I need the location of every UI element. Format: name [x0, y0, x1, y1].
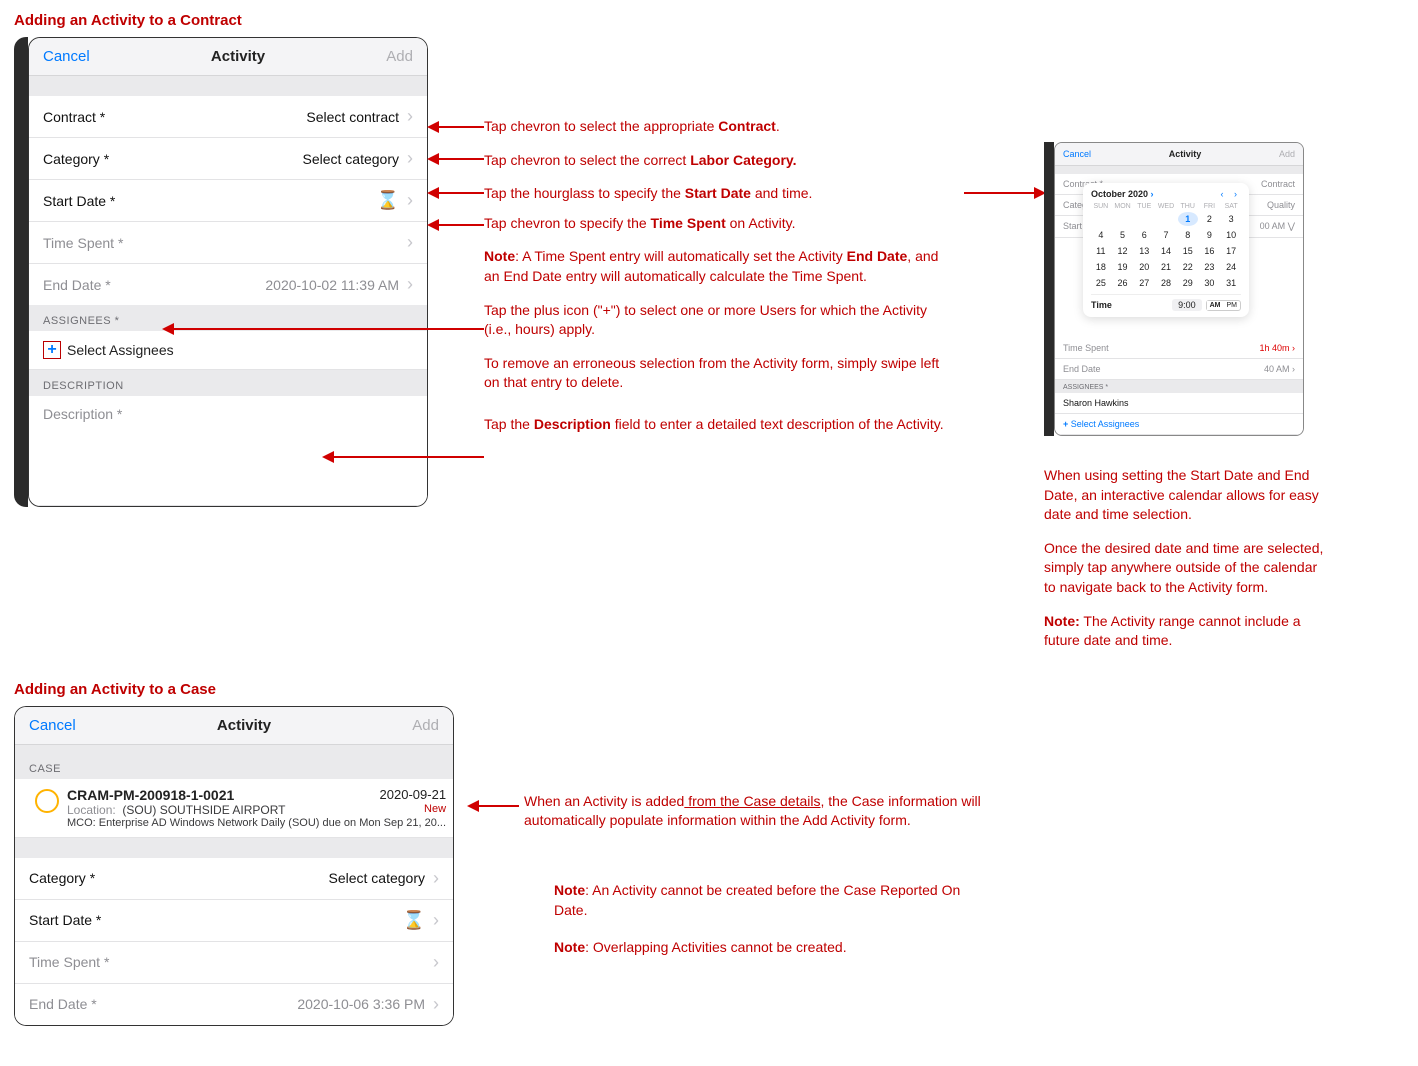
calendar-nav-arrows[interactable]: ‹ ›: [1221, 189, 1242, 199]
caltext-p1: When using setting the Start Date and En…: [1044, 466, 1324, 525]
row-time-spent-case[interactable]: Time Spent * ›: [15, 942, 453, 984]
chevron-right-icon: ›: [407, 274, 413, 295]
label-category: Category *: [43, 151, 109, 167]
cancel-button-small[interactable]: Cancel: [1063, 149, 1091, 159]
row-start-date-case[interactable]: Start Date * ⌛›: [15, 900, 453, 942]
value-end-date-case: 2020-10-06 3:36 PM: [297, 996, 425, 1012]
chevron-right-icon: ›: [407, 106, 413, 127]
label-time-spent-case: Time Spent *: [29, 954, 109, 970]
time-value[interactable]: 9:00: [1172, 299, 1202, 311]
value-end-date: 2020-10-02 11:39 AM: [265, 277, 399, 293]
row-category[interactable]: Category * Select category ›: [29, 138, 427, 180]
value-contract: Select contract: [306, 109, 399, 125]
case-icon: [35, 789, 59, 813]
screen-title-small: Activity: [1169, 149, 1202, 159]
annot-case-autopop: When an Activity is added from the Case …: [524, 792, 994, 831]
description-header: DESCRIPTION: [29, 370, 427, 396]
annot-case-note2: Note: Overlapping Activities cannot be c…: [554, 938, 994, 958]
activity-form-case: Cancel Activity Add CASE CRAM-PM-200918-…: [14, 706, 454, 1026]
cancel-button[interactable]: Cancel: [43, 48, 90, 65]
case-status-new: New: [424, 803, 446, 817]
case-section-header: CASE: [15, 745, 453, 779]
sm-row-end-date[interactable]: End Date40 AM ›: [1055, 359, 1303, 380]
case-loc-label: Location:: [67, 803, 116, 817]
row-end-date[interactable]: End Date * 2020-10-02 11:39 AM ›: [29, 264, 427, 305]
sm-assignee-name: Sharon Hawkins: [1055, 393, 1303, 414]
chevron-right-icon: ›: [407, 232, 413, 253]
value-category-case: Select category: [329, 870, 426, 886]
add-button-case[interactable]: Add: [412, 717, 439, 734]
case-item[interactable]: CRAM-PM-200918-1-0021 2020-09-21 Locatio…: [15, 779, 453, 838]
section-heading-case: Adding an Activity to a Case: [14, 681, 1404, 698]
assignees-header: ASSIGNEES *: [29, 305, 427, 331]
caltext-p2: Once the desired date and time are selec…: [1044, 539, 1324, 598]
add-button[interactable]: Add: [386, 48, 413, 65]
screen-title-case: Activity: [217, 717, 271, 734]
screen-title: Activity: [211, 48, 265, 65]
label-end-date: End Date *: [43, 277, 111, 293]
value-category: Select category: [303, 151, 400, 167]
row-contract[interactable]: Contract * Select contract ›: [29, 96, 427, 138]
chevron-right-icon: ›: [407, 148, 413, 169]
ampm-toggle[interactable]: AMPM: [1206, 300, 1241, 311]
row-category-case[interactable]: Category * Select category ›: [15, 858, 453, 900]
activity-form-contract: Cancel Activity Add Contract * Select co…: [28, 37, 428, 507]
caltext-p3: Note: The Activity range cannot include …: [1044, 612, 1324, 651]
calendar-popup[interactable]: October 2020 › ‹ › SUNMONTUEWEDTHUFRISAT…: [1083, 183, 1249, 317]
plus-icon[interactable]: +: [43, 341, 61, 359]
activity-form-calendar: Cancel Activity Add Contract *Contract C…: [1054, 142, 1304, 436]
case-loc-value: (SOU) SOUTHSIDE AIRPORT: [122, 803, 285, 817]
chevron-right-icon: ›: [433, 952, 439, 973]
hourglass-icon[interactable]: ⌛: [377, 190, 399, 211]
row-end-date-case[interactable]: End Date * 2020-10-06 3:36 PM ›: [15, 984, 453, 1025]
row-start-date[interactable]: Start Date * ⌛ ›: [29, 180, 427, 222]
chevron-right-icon: ›: [407, 190, 413, 211]
row-time-spent[interactable]: Time Spent * ›: [29, 222, 427, 264]
chevron-right-icon: ›: [433, 994, 439, 1015]
sm-select-assignees[interactable]: + Select Assignees: [1055, 414, 1303, 435]
device-bezel: [14, 37, 28, 507]
case-id: CRAM-PM-200918-1-0021: [67, 787, 234, 803]
annot-case-note1: Note: An Activity cannot be created befo…: [554, 881, 994, 920]
label-time-spent: Time Spent *: [43, 235, 123, 251]
label-category-case: Category *: [29, 870, 95, 886]
label-start-date: Start Date *: [43, 193, 115, 209]
sm-row-time-spent[interactable]: Time Spent1h 40m ›: [1055, 338, 1303, 359]
label-end-date-case: End Date *: [29, 996, 97, 1012]
case-date: 2020-09-21: [380, 787, 447, 802]
time-label: Time: [1091, 300, 1112, 310]
description-input[interactable]: Description *: [29, 396, 427, 506]
case-schedule: MCO: Enterprise AD Windows Network Daily…: [67, 817, 446, 829]
sm-assignees-header: ASSIGNEES *: [1055, 380, 1303, 393]
section-heading-contract: Adding an Activity to a Contract: [14, 12, 1404, 29]
add-button-small[interactable]: Add: [1279, 149, 1295, 159]
label-start-date-case: Start Date *: [29, 912, 101, 928]
cancel-button-case[interactable]: Cancel: [29, 717, 76, 734]
label-contract: Contract *: [43, 109, 105, 125]
chevron-right-icon: ›: [433, 868, 439, 889]
row-select-assignees[interactable]: + Select Assignees: [29, 331, 427, 370]
label-select-assignees: Select Assignees: [67, 342, 174, 358]
calendar-month[interactable]: October 2020 ›: [1091, 189, 1154, 199]
